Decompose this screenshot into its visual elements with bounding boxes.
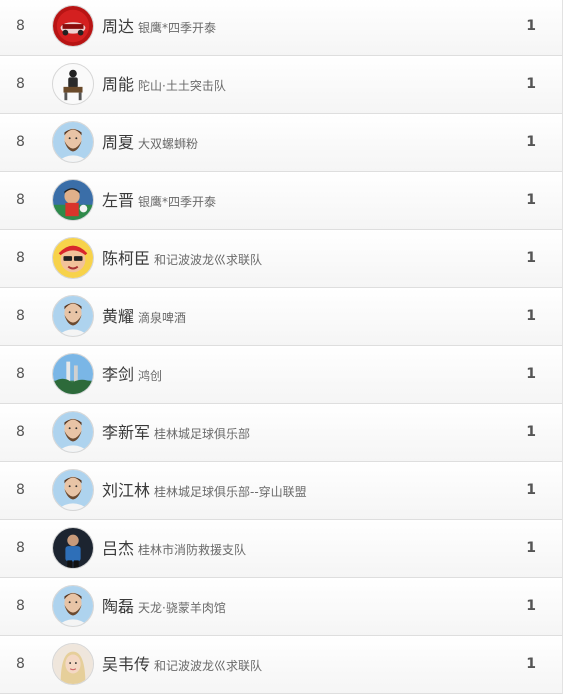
rank: 8 — [16, 76, 25, 92]
list-item[interactable]: 8 吕杰 桂林市消防救援支队 1 — [0, 520, 562, 578]
goal-count: 1 — [526, 366, 536, 382]
goal-count: 1 — [526, 18, 536, 34]
team-name: 陀山·土土突击队 — [138, 79, 226, 93]
list-item[interactable]: 8 周夏 大双螺蛳粉 1 — [0, 114, 562, 172]
list-item[interactable]: 8 黄耀 滴泉啤酒 1 — [0, 288, 562, 346]
rank: 8 — [16, 482, 25, 498]
goal-count: 1 — [526, 424, 536, 440]
goal-count: 1 — [526, 76, 536, 92]
goal-count: 1 — [526, 656, 536, 672]
bearded-man-avatar — [52, 469, 94, 511]
rank: 8 — [16, 366, 25, 382]
list-item[interactable]: 8 吴韦传 和记波波龙巛求联队 1 — [0, 636, 562, 694]
list-item[interactable]: 8 周能 陀山·土土突击队 1 — [0, 56, 562, 114]
team-name: 鸿创 — [138, 369, 163, 383]
rank: 8 — [16, 424, 25, 440]
goal-count: 1 — [526, 482, 536, 498]
player-name[interactable]: 周能 — [102, 75, 134, 94]
team-name: 和记波波龙巛求联队 — [154, 659, 263, 673]
player-name[interactable]: 黄耀 — [102, 307, 134, 326]
girl-photo-avatar — [52, 643, 94, 685]
list-item[interactable]: 8 陶磊 天龙·骁蒙羊肉馆 1 — [0, 578, 562, 636]
list-item[interactable]: 8 陈柯臣 和记波波龙巛求联队 1 — [0, 230, 562, 288]
team-name: 和记波波龙巛求联队 — [154, 253, 263, 267]
player-name[interactable]: 李新军 — [102, 423, 150, 442]
player-name[interactable]: 刘江林 — [102, 481, 150, 500]
team-name: 大双螺蛳粉 — [138, 137, 199, 151]
player-name[interactable]: 左晋 — [102, 191, 134, 210]
cartoon-avatar — [52, 237, 94, 279]
team-name: 银鹰*四季开泰 — [138, 21, 217, 35]
bearded-man-avatar — [52, 295, 94, 337]
team-name: 桂林城足球俱乐部 — [154, 427, 251, 441]
list-item[interactable]: 8 刘江林 桂林城足球俱乐部--穿山联盟 1 — [0, 462, 562, 520]
team-name: 银鹰*四季开泰 — [138, 195, 217, 209]
rank: 8 — [16, 540, 25, 556]
goal-count: 1 — [526, 540, 536, 556]
child-photo-avatar — [52, 179, 94, 221]
person-sitting-avatar — [52, 63, 94, 105]
player-name[interactable]: 周达 — [102, 17, 134, 36]
player-name[interactable]: 李剑 — [102, 365, 134, 384]
rank: 8 — [16, 598, 25, 614]
player-name[interactable]: 陶磊 — [102, 597, 134, 616]
list-item[interactable]: 8 李剑 鸿创 1 — [0, 346, 562, 404]
list-item[interactable]: 8 左晋 银鹰*四季开泰 1 — [0, 172, 562, 230]
rank: 8 — [16, 134, 25, 150]
bearded-man-avatar — [52, 411, 94, 453]
goal-count: 1 — [526, 192, 536, 208]
goal-count: 1 — [526, 134, 536, 150]
player-name[interactable]: 吕杰 — [102, 539, 134, 558]
bearded-man-avatar — [52, 121, 94, 163]
player-photo-avatar — [52, 527, 94, 569]
rank: 8 — [16, 308, 25, 324]
team-name: 天龙·骁蒙羊肉馆 — [138, 601, 226, 615]
red-car-avatar — [52, 5, 94, 47]
goal-count: 1 — [526, 308, 536, 324]
list-item[interactable]: 8 李新军 桂林城足球俱乐部 1 — [0, 404, 562, 462]
bearded-man-avatar — [52, 585, 94, 627]
goal-count: 1 — [526, 598, 536, 614]
player-name[interactable]: 周夏 — [102, 133, 134, 152]
list-item[interactable]: 8 周达 银鹰*四季开泰 1 — [0, 0, 562, 56]
landscape-avatar — [52, 353, 94, 395]
scorer-list: 8 周达 银鹰*四季开泰 1 8 周能 陀山·土土突击队 1 8 周夏 大双螺蛳粉 1… — [0, 0, 563, 694]
rank: 8 — [16, 250, 25, 266]
rank: 8 — [16, 18, 25, 34]
team-name: 滴泉啤酒 — [138, 311, 187, 325]
player-name[interactable]: 吴韦传 — [102, 655, 150, 674]
player-name[interactable]: 陈柯臣 — [102, 249, 150, 268]
rank: 8 — [16, 656, 25, 672]
goal-count: 1 — [526, 250, 536, 266]
team-name: 桂林城足球俱乐部--穿山联盟 — [154, 485, 307, 499]
team-name: 桂林市消防救援支队 — [138, 543, 247, 557]
rank: 8 — [16, 192, 25, 208]
